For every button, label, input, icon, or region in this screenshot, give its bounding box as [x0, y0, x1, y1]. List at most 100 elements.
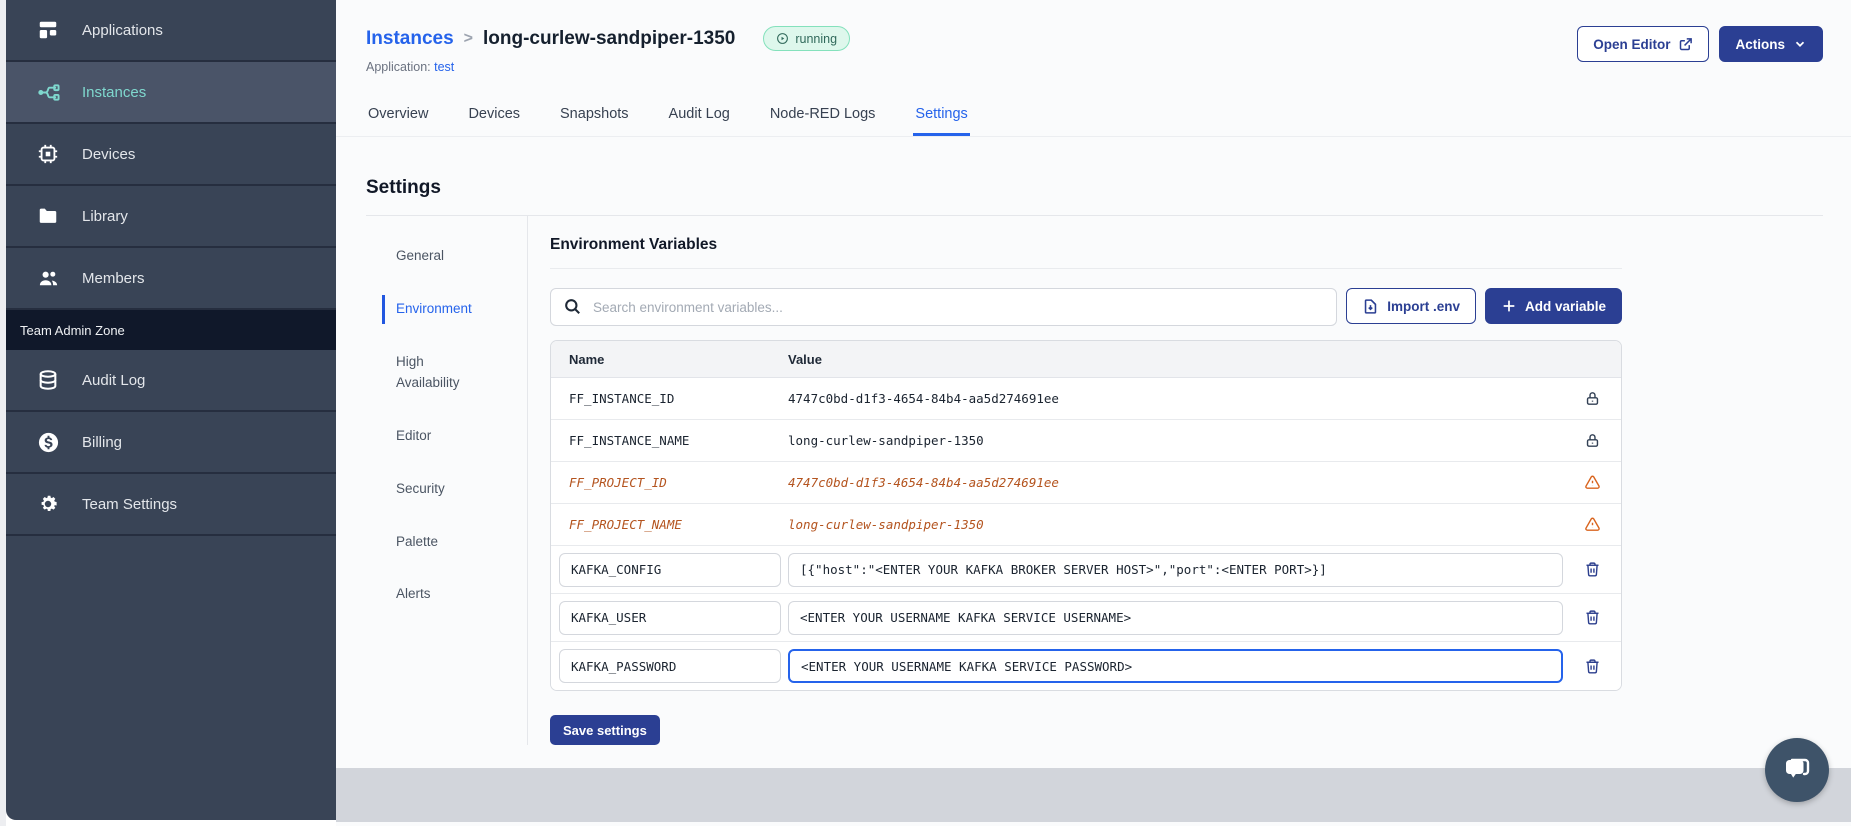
import-env-button[interactable]: Import .env [1346, 288, 1476, 324]
settings-subnav: General Environment High Availability Ed… [366, 216, 528, 745]
env-var-value: 4747c0bd-d1f3-4654-84b4-aa5d274691ee [788, 391, 1059, 406]
external-link-icon [1678, 37, 1693, 52]
instance-name: long-curlew-sandpiper-1350 [483, 27, 736, 49]
column-header-value: Value [788, 351, 822, 367]
tab-overview[interactable]: Overview [366, 98, 430, 136]
subnav-general[interactable]: General [382, 242, 490, 271]
instance-header: Instances > long-curlew-sandpiper-1350 r… [366, 0, 1823, 74]
import-env-label: Import .env [1387, 298, 1460, 314]
env-var-value-input-focused[interactable] [788, 649, 1563, 683]
sidebar-item-team-settings[interactable]: Team Settings [6, 474, 336, 536]
env-toolbar: Import .env Add variable [550, 288, 1622, 326]
sidebar-item-label: Library [82, 207, 128, 225]
devices-icon [36, 142, 60, 166]
chevron-down-icon [1793, 37, 1807, 51]
env-variables-table: Name Value FF_INSTANCE_ID 4747c0bd-d1f3-… [550, 340, 1622, 691]
tab-devices[interactable]: Devices [466, 98, 522, 136]
save-settings-button[interactable]: Save settings [550, 715, 660, 745]
instances-icon [36, 80, 60, 104]
members-icon [36, 266, 60, 290]
env-var-value: 4747c0bd-d1f3-4654-84b4-aa5d274691ee [788, 475, 1059, 490]
sidebar-item-devices[interactable]: Devices [6, 124, 336, 186]
plus-icon [1501, 298, 1517, 314]
sidebar-item-label: Audit Log [82, 371, 146, 389]
delete-icon[interactable] [1563, 609, 1621, 626]
settings-page-title: Settings [366, 177, 441, 198]
team-admin-zone-header: Team Admin Zone [6, 310, 336, 350]
table-row [551, 594, 1621, 642]
env-var-name-input[interactable] [559, 649, 781, 683]
table-row: FF_PROJECT_NAME long-curlew-sandpiper-13… [551, 504, 1621, 546]
breadcrumb: Instances > long-curlew-sandpiper-1350 r… [366, 26, 851, 51]
column-header-name: Name [569, 351, 605, 367]
sidebar-item-library[interactable]: Library [6, 186, 336, 248]
billing-icon [36, 430, 60, 454]
breadcrumb-instances-link[interactable]: Instances [366, 28, 454, 50]
status-badge: running [763, 26, 851, 51]
breadcrumb-separator: > [463, 29, 473, 47]
table-row: FF_INSTANCE_NAME long-curlew-sandpiper-1… [551, 420, 1621, 462]
application-line: Application: test [366, 60, 850, 74]
subnav-security[interactable]: Security [382, 475, 490, 504]
warning-icon [1563, 516, 1621, 533]
applications-icon [36, 18, 60, 42]
sidebar-item-billing[interactable]: Billing [6, 412, 336, 474]
subnav-palette[interactable]: Palette [382, 528, 490, 557]
table-row: FF_INSTANCE_ID 4747c0bd-d1f3-4654-84b4-a… [551, 378, 1621, 420]
env-var-value-input[interactable] [788, 552, 1563, 587]
import-file-icon [1362, 298, 1379, 315]
application-label: Application: [366, 60, 431, 74]
tab-audit-log[interactable]: Audit Log [667, 98, 732, 136]
chat-bubble-icon [1780, 753, 1814, 787]
env-var-name-input[interactable] [559, 552, 781, 587]
sidebar-item-label: Applications [82, 21, 163, 39]
audit-log-icon [36, 368, 60, 392]
environment-section: Environment Variables Search environment… [528, 216, 1823, 745]
chat-widget-button[interactable] [1765, 738, 1829, 802]
actions-button[interactable]: Actions [1719, 26, 1823, 62]
tab-node-red-logs[interactable]: Node-RED Logs [768, 98, 878, 136]
sidebar-item-audit-log[interactable]: Audit Log [6, 350, 336, 412]
status-badge-label: running [795, 31, 838, 46]
env-section-title: Environment Variables [550, 236, 718, 253]
open-editor-button[interactable]: Open Editor [1577, 26, 1710, 62]
table-row [551, 642, 1621, 690]
env-var-value: long-curlew-sandpiper-1350 [788, 517, 984, 532]
sidebar: Applications Instances Devices Library M… [6, 0, 336, 820]
subnav-editor[interactable]: Editor [382, 422, 490, 451]
search-icon [563, 297, 582, 321]
application-link[interactable]: test [434, 60, 454, 74]
env-var-name: FF_PROJECT_ID [569, 475, 667, 490]
gear-icon [36, 492, 60, 516]
table-header-row: Name Value [551, 341, 1621, 378]
running-icon [776, 32, 789, 45]
search-env-input[interactable] [550, 288, 1338, 326]
app-window: Applications Instances Devices Library M… [0, 0, 1851, 826]
sidebar-item-applications[interactable]: Applications [6, 0, 336, 62]
sidebar-item-label: Instances [82, 83, 147, 101]
env-var-value-input[interactable] [788, 600, 1563, 635]
table-row: FF_PROJECT_ID 4747c0bd-d1f3-4654-84b4-aa… [551, 462, 1621, 504]
warning-icon [1563, 474, 1621, 491]
add-variable-button[interactable]: Add variable [1484, 288, 1622, 324]
sidebar-item-label: Members [82, 269, 145, 287]
actions-label: Actions [1735, 36, 1785, 52]
env-var-name: FF_INSTANCE_NAME [569, 433, 690, 448]
subnav-environment[interactable]: Environment [382, 294, 490, 324]
library-icon [36, 204, 60, 228]
sidebar-item-label: Billing [82, 433, 123, 451]
env-var-name-input[interactable] [559, 600, 781, 635]
tab-settings[interactable]: Settings [913, 98, 970, 136]
sidebar-item-members[interactable]: Members [6, 248, 336, 310]
env-var-value: long-curlew-sandpiper-1350 [788, 433, 984, 448]
sidebar-item-instances[interactable]: Instances [6, 62, 336, 124]
delete-icon[interactable] [1563, 658, 1621, 675]
bottom-band [336, 768, 1851, 822]
sidebar-item-label: Devices [82, 145, 136, 163]
instance-tabs: Overview Devices Snapshots Audit Log Nod… [336, 98, 1851, 137]
table-row [551, 546, 1621, 594]
delete-icon[interactable] [1563, 561, 1621, 578]
subnav-alerts[interactable]: Alerts [382, 580, 490, 609]
tab-snapshots[interactable]: Snapshots [558, 98, 631, 136]
subnav-high-availability[interactable]: High Availability [382, 348, 490, 398]
